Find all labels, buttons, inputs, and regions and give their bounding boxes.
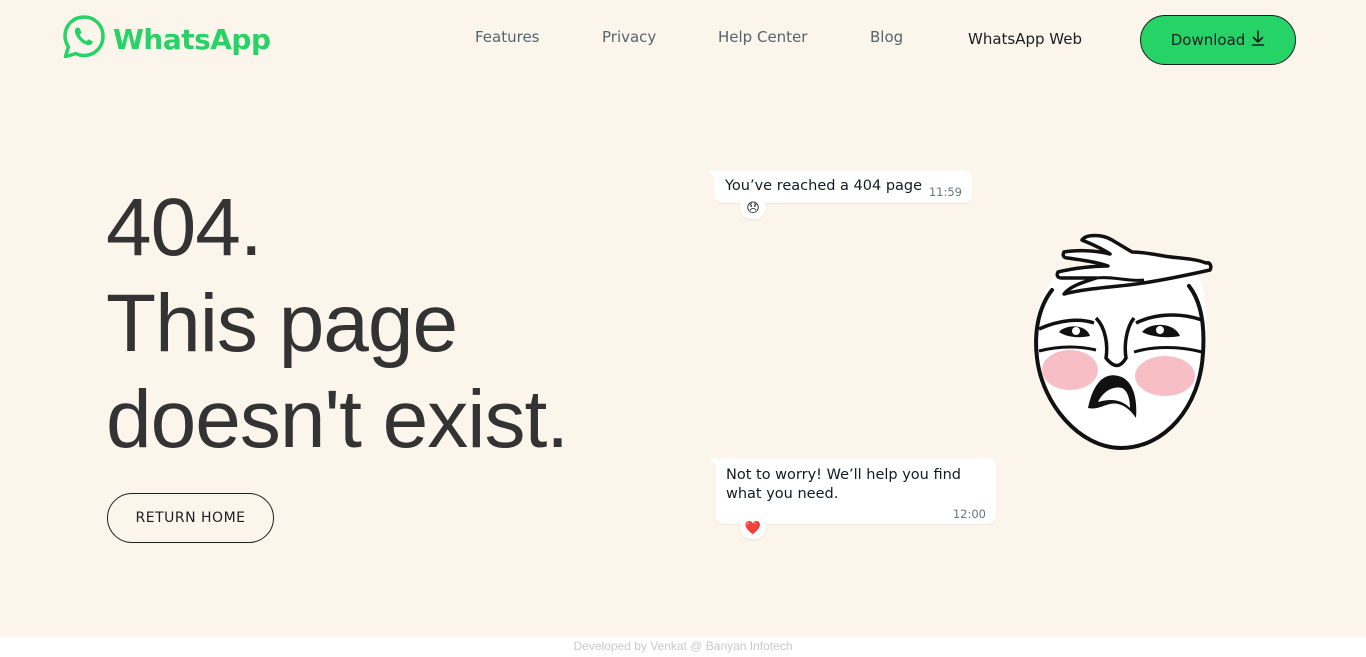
chat-message-text: Not to worry! We’ll help you find what y… [726, 467, 961, 502]
chat-message-text: You’ve reached a 404 page [725, 178, 923, 194]
return-home-button[interactable]: RETURN HOME [107, 493, 274, 543]
heart-reaction-icon: ❤️ [740, 517, 766, 539]
nav-blog[interactable]: Blog [870, 28, 903, 46]
nav-privacy[interactable]: Privacy [602, 28, 656, 46]
page-background: WhatsApp Features Privacy Help Center Bl… [0, 0, 1366, 637]
headline-line-this-page: This page [106, 278, 458, 369]
headline-line-doesnt-exist: doesn't exist. [106, 374, 569, 465]
download-button[interactable]: Download [1140, 15, 1296, 65]
headline-line-404: 404. [106, 182, 263, 273]
download-icon [1251, 30, 1265, 50]
facepalm-sticker-icon [1024, 228, 1219, 463]
nav-features[interactable]: Features [475, 28, 540, 46]
sad-face-reaction-icon: 😞 [740, 197, 766, 219]
footer-credit: Developed by Venkat @ Banyan Infotech [573, 639, 793, 653]
chat-message-time: 12:00 [952, 507, 986, 521]
whatsapp-logo-link[interactable]: WhatsApp [61, 14, 271, 65]
nav-whatsapp-web[interactable]: WhatsApp Web [968, 30, 1082, 48]
download-label: Download [1170, 31, 1246, 49]
logo-text: WhatsApp [113, 23, 271, 56]
chat-bubble-help: Not to worry! We’ll help you find what y… [710, 458, 996, 524]
error-headline: 404. This page doesn't exist. [106, 180, 569, 468]
nav-help-center[interactable]: Help Center [718, 28, 807, 46]
chat-message-time: 11:59 [928, 185, 962, 199]
whatsapp-logo-icon [61, 14, 107, 65]
